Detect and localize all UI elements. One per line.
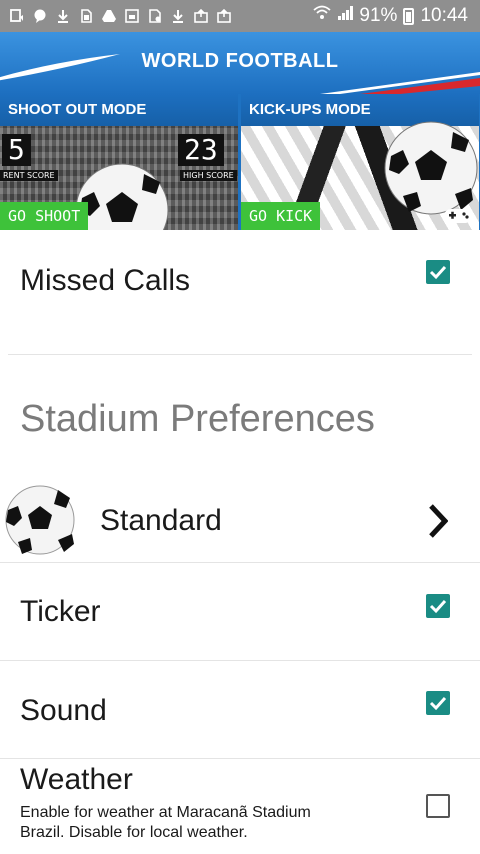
red-stripe-decoration: [320, 72, 480, 94]
stadium-label: Standard: [100, 504, 222, 537]
shoot-out-panel[interactable]: SHOOT OUT MODE 5 RENT SCORE 23 HIGH SCOR…: [0, 94, 238, 230]
banner-title: WORLD FOOTBALL: [141, 50, 339, 72]
notification-icons: [0, 9, 231, 23]
status-bar: 91% 10:44: [0, 0, 480, 32]
checkmark-icon: [429, 696, 447, 711]
download-icon: [56, 9, 70, 23]
weather-checkbox[interactable]: [426, 794, 450, 818]
photo-upload-icon: [194, 9, 208, 23]
current-score: 5: [2, 134, 31, 166]
system-status: 91% 10:44: [313, 5, 480, 27]
checkmark-icon: [429, 599, 447, 614]
chevron-right-icon[interactable]: [428, 503, 448, 539]
photo-upload-icon: [217, 9, 231, 23]
go-kick-button[interactable]: GO KICK: [241, 202, 321, 230]
soccer-ball-image: [384, 121, 478, 215]
clock: 10:44: [420, 5, 468, 26]
sound-checkbox[interactable]: [426, 691, 450, 715]
soccer-ball-icon: [5, 485, 75, 555]
wifi-icon: [313, 5, 332, 27]
battery-icon: [403, 7, 415, 25]
high-score: 23: [178, 134, 224, 166]
kick-ups-panel[interactable]: KICK-UPS MODE GO KICK: [241, 94, 479, 230]
current-score-label: RENT SCORE: [0, 170, 58, 181]
sound-label: Sound: [20, 694, 107, 727]
missed-calls-checkbox[interactable]: [426, 260, 450, 284]
screen-record-icon: [10, 9, 24, 23]
download-icon: [171, 9, 185, 23]
missed-calls-row[interactable]: Missed Calls: [0, 230, 480, 354]
battery-percent: 91%: [359, 5, 398, 26]
drive-icon: [102, 9, 116, 23]
high-score-label: HIGH SCORE: [180, 170, 237, 181]
missed-calls-label: Missed Calls: [20, 264, 191, 297]
ticker-label: Ticker: [20, 595, 101, 628]
chat-icon: [33, 9, 47, 23]
file-icon: [148, 9, 162, 23]
divider: [8, 354, 472, 355]
signal-icon: [337, 5, 354, 27]
sim-icon: [79, 9, 93, 23]
ticker-row[interactable]: Ticker: [0, 563, 480, 660]
go-shoot-button[interactable]: GO SHOOT: [0, 202, 89, 230]
section-title: Stadium Preferences: [20, 398, 375, 440]
ticker-checkbox[interactable]: [426, 594, 450, 618]
shoot-out-mode-label: SHOOT OUT MODE: [0, 94, 238, 126]
sound-row[interactable]: Sound: [0, 661, 480, 758]
weather-label: Weather: [20, 763, 133, 796]
checkmark-icon: [429, 265, 447, 280]
gamepad-icon: [444, 209, 472, 223]
image-icon: [125, 9, 139, 23]
world-football-banner[interactable]: WORLD FOOTBALL SHOOT OUT MODE 5 RENT SCO…: [0, 32, 480, 230]
weather-description: Enable for weather at Maracanã Stadium B…: [20, 804, 311, 841]
soccer-ball-image: [75, 163, 169, 230]
